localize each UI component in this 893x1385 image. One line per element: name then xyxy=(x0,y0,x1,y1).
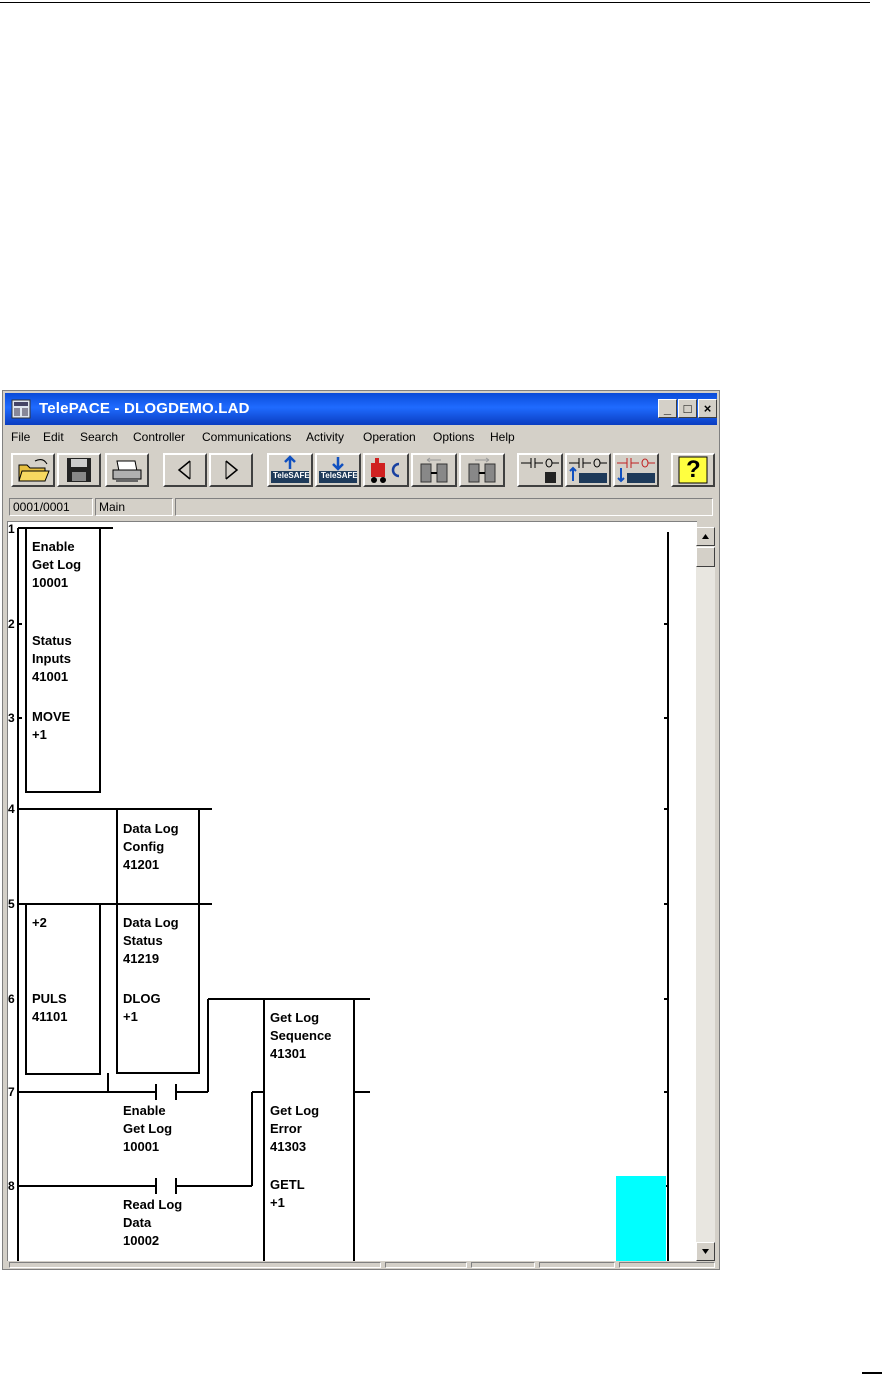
puls-op-label[interactable]: PULS 41101 xyxy=(32,990,67,1026)
status-pane xyxy=(539,1262,615,1268)
close-button[interactable]: × xyxy=(698,399,717,418)
rung-number: 6 xyxy=(8,992,15,1006)
next-button[interactable] xyxy=(209,453,253,487)
open-button[interactable] xyxy=(11,453,55,487)
status-bar xyxy=(7,1261,719,1269)
menu-edit[interactable]: Edit xyxy=(43,430,64,444)
arrow-up-icon xyxy=(702,534,709,539)
getl-error-label[interactable]: Get Log Error 41303 xyxy=(270,1102,319,1156)
app-icon xyxy=(11,399,31,419)
write-telesafe-label: TeleSAFE xyxy=(273,471,310,480)
move-op-label[interactable]: MOVE +1 xyxy=(32,708,70,744)
network-name-field: Main xyxy=(95,498,173,516)
title-bar[interactable]: TelePACE - DLOGDEMO.LAD _ □ × xyxy=(5,393,717,425)
menu-operation[interactable]: Operation xyxy=(363,430,416,444)
menu-help[interactable]: Help xyxy=(490,430,515,444)
puls-top-label[interactable]: +2 xyxy=(32,914,47,932)
menu-options[interactable]: Options xyxy=(433,430,474,444)
scroll-up-button[interactable] xyxy=(696,527,715,546)
next-arrow-icon xyxy=(225,460,239,480)
previous-arrow-icon xyxy=(177,460,191,480)
maximize-button[interactable]: □ xyxy=(678,399,697,418)
network-right-icon xyxy=(468,457,496,483)
scroll-down-button[interactable] xyxy=(696,1242,715,1261)
controller-c-icon xyxy=(371,458,400,483)
window-title: TelePACE - DLOGDEMO.LAD xyxy=(39,400,250,417)
read-contact-label[interactable]: Read Log Data 10002 xyxy=(123,1196,182,1250)
page-corner-mark xyxy=(862,1372,882,1374)
ladder-diagram xyxy=(17,527,669,1261)
enable-contact-label[interactable]: Enable Get Log 10001 xyxy=(123,1102,172,1156)
menu-search[interactable]: Search xyxy=(80,430,118,444)
ladder-read-button[interactable] xyxy=(613,453,659,487)
scroll-thumb[interactable] xyxy=(696,547,715,567)
save-button[interactable] xyxy=(57,453,101,487)
status-row: 0001/0001 Main xyxy=(3,495,719,519)
ladder-read-icon xyxy=(617,458,655,483)
edit-cursor[interactable] xyxy=(616,1176,666,1261)
toolbar: TeleSAFE TeleSAFE ? xyxy=(3,447,719,489)
ladder-editor[interactable]: 1 2 3 4 5 6 7 8 Enable Get Log 10001 Sta… xyxy=(7,521,697,1261)
ladder-write-icon xyxy=(569,458,607,483)
position-field: 0001/0001 xyxy=(9,498,93,516)
rung-number: 3 xyxy=(8,711,15,725)
telepace-window: TelePACE - DLOGDEMO.LAD _ □ × File Edit … xyxy=(2,390,720,1270)
status-pane xyxy=(471,1262,535,1268)
getl-op-label[interactable]: GETL +1 xyxy=(270,1176,305,1212)
network-left-icon xyxy=(420,457,448,483)
rung-number: 2 xyxy=(8,617,15,631)
ladder-disk-icon xyxy=(521,458,559,483)
rung-number: 5 xyxy=(8,897,15,911)
message-field xyxy=(175,498,713,516)
save-disk-icon xyxy=(67,458,91,482)
dlog-status-label[interactable]: Data Log Status 41219 xyxy=(123,914,179,968)
rung-number: 7 xyxy=(8,1085,15,1099)
menu-file[interactable]: File xyxy=(11,430,30,444)
getl-sequence-label[interactable]: Get Log Sequence 41301 xyxy=(270,1009,331,1063)
dlog-op-label[interactable]: DLOG +1 xyxy=(123,990,161,1026)
ladder-write-button[interactable] xyxy=(565,453,611,487)
help-glyph: ? xyxy=(686,456,701,483)
open-folder-icon xyxy=(18,459,50,482)
menu-controller[interactable]: Controller xyxy=(133,430,185,444)
status-pane xyxy=(385,1262,467,1268)
status-pane xyxy=(9,1262,381,1268)
network-right-button[interactable] xyxy=(459,453,505,487)
rung-number: 4 xyxy=(8,802,15,816)
minimize-button[interactable]: _ xyxy=(658,399,677,418)
help-button[interactable]: ? xyxy=(671,453,715,487)
read-telesafe-label: TeleSAFE xyxy=(321,471,358,480)
read-telesafe-button[interactable]: TeleSAFE xyxy=(315,453,361,487)
move-dest-label[interactable]: Status Inputs 41001 xyxy=(32,632,72,686)
arrow-down-icon xyxy=(702,1249,709,1254)
rung-number: 1 xyxy=(8,522,15,536)
network-left-button[interactable] xyxy=(411,453,457,487)
menu-bar: File Edit Search Controller Communicatio… xyxy=(3,427,719,447)
print-button[interactable] xyxy=(105,453,149,487)
status-pane xyxy=(619,1262,715,1268)
print-icon xyxy=(112,460,142,482)
dlog-config-label[interactable]: Data Log Config 41201 xyxy=(123,820,179,874)
menu-activity[interactable]: Activity xyxy=(306,430,344,444)
previous-button[interactable] xyxy=(163,453,207,487)
write-telesafe-button[interactable]: TeleSAFE xyxy=(267,453,313,487)
menu-communications[interactable]: Communications xyxy=(202,430,291,444)
move-input-label[interactable]: Enable Get Log 10001 xyxy=(32,538,81,592)
ladder-save-button[interactable] xyxy=(517,453,563,487)
page-top-rule xyxy=(0,2,870,3)
vertical-scrollbar[interactable] xyxy=(696,527,715,1261)
controller-button[interactable] xyxy=(363,453,409,487)
rung-number: 8 xyxy=(8,1179,15,1193)
